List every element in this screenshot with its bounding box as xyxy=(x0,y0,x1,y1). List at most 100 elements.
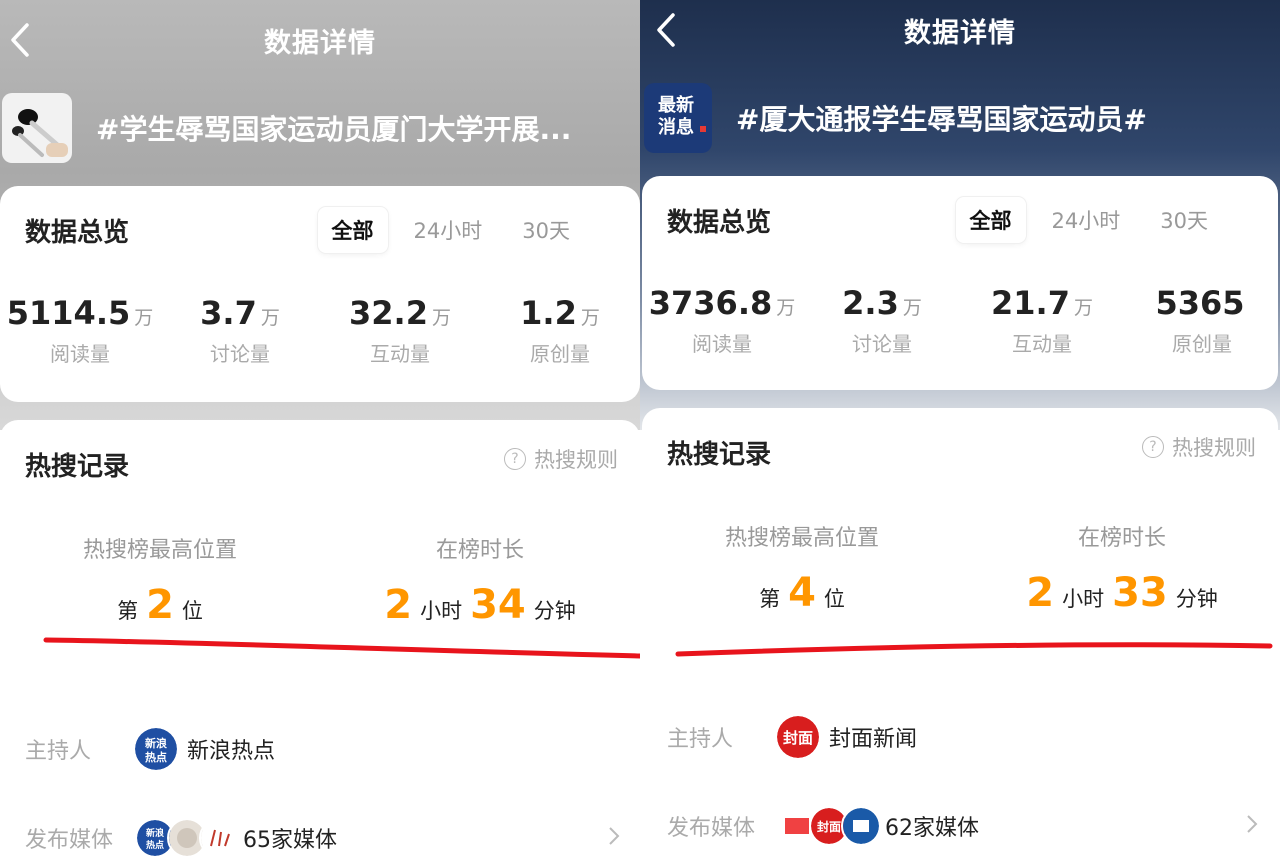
minutes-unit: 分钟 xyxy=(1175,587,1218,611)
tab-30d[interactable]: 30天 xyxy=(508,207,584,253)
back-icon[interactable] xyxy=(646,8,686,52)
tab-24h[interactable]: 24小时 xyxy=(400,207,497,253)
hours-value: 2 xyxy=(1026,570,1055,616)
logo-text-line-2: 热点 xyxy=(146,839,164,851)
highest-position: 热搜榜最高位置 第 4 位 xyxy=(642,520,962,616)
rank-row: 热搜榜最高位置 第 2 位 在榜时长 2 小时 34 分钟 xyxy=(0,532,640,628)
highest-position-label: 热搜榜最高位置 xyxy=(82,538,237,563)
stat-unit: 万 xyxy=(776,297,796,319)
stat-interactions: 21.7 万 互动量 xyxy=(962,284,1122,357)
media-label: 发布媒体 xyxy=(667,816,756,841)
publish-media-row[interactable]: 发布媒体 封面 62家媒体 xyxy=(667,801,1258,851)
stat-value: 5365 xyxy=(1155,284,1245,322)
tab-30d[interactable]: 30天 xyxy=(1146,197,1222,243)
avatar-text-line-1: 最新 xyxy=(658,94,694,116)
logo-text-line-1: 新浪 xyxy=(146,827,164,839)
red-underline-annotation xyxy=(675,642,1273,657)
overview-title: 数据总览 xyxy=(667,207,772,238)
latest-news-avatar: 最新 消息 xyxy=(644,83,712,153)
hot-search-title: 热搜记录 xyxy=(667,439,772,470)
back-icon[interactable] xyxy=(0,18,40,62)
rules-label: 热搜规则 xyxy=(1172,436,1256,460)
stat-value: 3736.8 xyxy=(648,284,773,322)
tab-all[interactable]: 全部 xyxy=(317,207,388,253)
logo-text: 封面 xyxy=(817,819,841,834)
rules-label: 热搜规则 xyxy=(534,448,618,472)
host-label: 主持人 xyxy=(25,739,92,764)
logo-text-line-1: 新浪 xyxy=(145,736,167,750)
stat-value: 2.3 xyxy=(842,284,899,322)
host-name: 封面新闻 xyxy=(829,727,918,752)
stat-unit: 万 xyxy=(1073,297,1093,319)
rank-suffix: 位 xyxy=(823,587,845,611)
media-label: 发布媒体 xyxy=(25,828,114,853)
stat-label: 互动量 xyxy=(370,342,430,366)
chevron-right-icon[interactable] xyxy=(1246,813,1258,841)
rank-row: 热搜榜最高位置 第 4 位 在榜时长 2 小时 33 分钟 xyxy=(642,520,1280,616)
topic-title: #厦大通报学生辱骂国家运动员# xyxy=(736,103,1147,136)
hot-search-card: 热搜记录 ? 热搜规则 热搜榜最高位置 第 2 位 在榜时长 2 小时 34 分… xyxy=(0,420,640,864)
stat-unit: 万 xyxy=(431,307,451,329)
stat-unit: 万 xyxy=(260,307,280,329)
data-overview-card: 数据总览 全部 24小时 30天 5114.5 万 阅读量 3.7 万 讨论量 32… xyxy=(0,186,640,402)
host-row[interactable]: 主持人 新浪 热点 新浪热点 xyxy=(25,724,620,774)
time-range-tabs: 全部 24小时 30天 xyxy=(317,207,584,253)
stat-originals: 5365 原创量 xyxy=(1122,284,1280,357)
nav-bar: 数据详情 xyxy=(640,0,1280,60)
host-row[interactable]: 主持人 封面 封面新闻 xyxy=(667,712,1258,762)
right-screenshot-panel: 数据详情 最新 消息 #厦大通报学生辱骂国家运动员# 数据总览 全部 24小时 … xyxy=(640,0,1280,864)
duration-label: 在榜时长 xyxy=(1077,526,1166,551)
highest-position: 热搜榜最高位置 第 2 位 xyxy=(0,532,320,628)
stats-row: 5114.5 万 阅读量 3.7 万 讨论量 32.2 万 互动量 1.2 万 原创量 xyxy=(0,294,640,367)
rank-prefix: 第 xyxy=(759,587,781,611)
topic-avatar-microphone xyxy=(2,93,72,163)
avatar-text-line-2: 消息 xyxy=(658,116,694,138)
stat-value: 5114.5 xyxy=(6,294,131,332)
hot-search-rules-link[interactable]: ? 热搜规则 xyxy=(504,444,618,474)
highest-position-label: 热搜榜最高位置 xyxy=(724,526,879,551)
logo-text-line-2: 热点 xyxy=(145,750,167,764)
tab-24h[interactable]: 24小时 xyxy=(1038,197,1135,243)
stat-unit: 万 xyxy=(134,307,154,329)
chevron-right-icon[interactable] xyxy=(608,825,620,853)
media-logos: 封面 xyxy=(777,806,881,846)
topic-header: #学生辱骂国家运动员厦门大学开展... xyxy=(0,88,640,168)
stat-value: 32.2 xyxy=(349,294,428,332)
host-name: 新浪热点 xyxy=(187,739,276,764)
page-title: 数据详情 xyxy=(904,17,1016,49)
hours-unit: 小时 xyxy=(1062,587,1105,611)
stat-reads: 3736.8 万 阅读量 xyxy=(642,284,802,357)
duration-on-list: 在榜时长 2 小时 34 分钟 xyxy=(320,532,640,628)
hot-search-rules-link[interactable]: ? 热搜规则 xyxy=(1142,432,1256,462)
publish-media-row[interactable]: 发布媒体 新浪 热点 65家媒体 xyxy=(25,813,620,863)
stat-interactions: 32.2 万 互动量 xyxy=(320,294,480,367)
cover-news-logo: 封面 xyxy=(777,716,819,758)
stat-reads: 5114.5 万 阅读量 xyxy=(0,294,160,367)
stats-row: 3736.8 万 阅读量 2.3 万 讨论量 21.7 万 互动量 5365 原创量 xyxy=(642,284,1280,357)
tab-all[interactable]: 全部 xyxy=(955,197,1026,243)
stat-unit: 万 xyxy=(902,297,922,319)
stat-label: 互动量 xyxy=(1012,332,1072,356)
stat-unit: 万 xyxy=(580,307,600,329)
stat-label: 阅读量 xyxy=(692,332,752,356)
time-range-tabs: 全部 24小时 30天 xyxy=(955,197,1222,243)
stat-label: 原创量 xyxy=(1172,332,1232,356)
stat-value: 3.7 xyxy=(200,294,257,332)
stat-label: 原创量 xyxy=(530,342,590,366)
stat-label: 讨论量 xyxy=(210,342,270,366)
stat-discussions: 2.3 万 讨论量 xyxy=(802,284,962,357)
stat-value: 1.2 xyxy=(520,294,577,332)
hot-search-card: 热搜记录 ? 热搜规则 热搜榜最高位置 第 4 位 在榜时长 2 小时 33 分… xyxy=(642,408,1278,864)
stat-label: 阅读量 xyxy=(50,342,110,366)
duration-on-list: 在榜时长 2 小时 33 分钟 xyxy=(962,520,1280,616)
sina-hotspot-logo: 新浪 热点 xyxy=(135,728,177,770)
media-count: 62家媒体 xyxy=(885,816,979,841)
topic-header: 最新 消息 #厦大通报学生辱骂国家运动员# xyxy=(640,78,1280,158)
media-logos: 新浪 热点 xyxy=(135,818,239,858)
stat-discussions: 3.7 万 讨论量 xyxy=(160,294,320,367)
nav-bar: 数据详情 xyxy=(0,0,640,80)
minutes-value: 33 xyxy=(1112,570,1168,616)
page-title: 数据详情 xyxy=(264,27,376,59)
stat-value: 21.7 xyxy=(991,284,1070,322)
data-overview-card: 数据总览 全部 24小时 30天 3736.8 万 阅读量 2.3 万 讨论量 21… xyxy=(642,176,1278,390)
